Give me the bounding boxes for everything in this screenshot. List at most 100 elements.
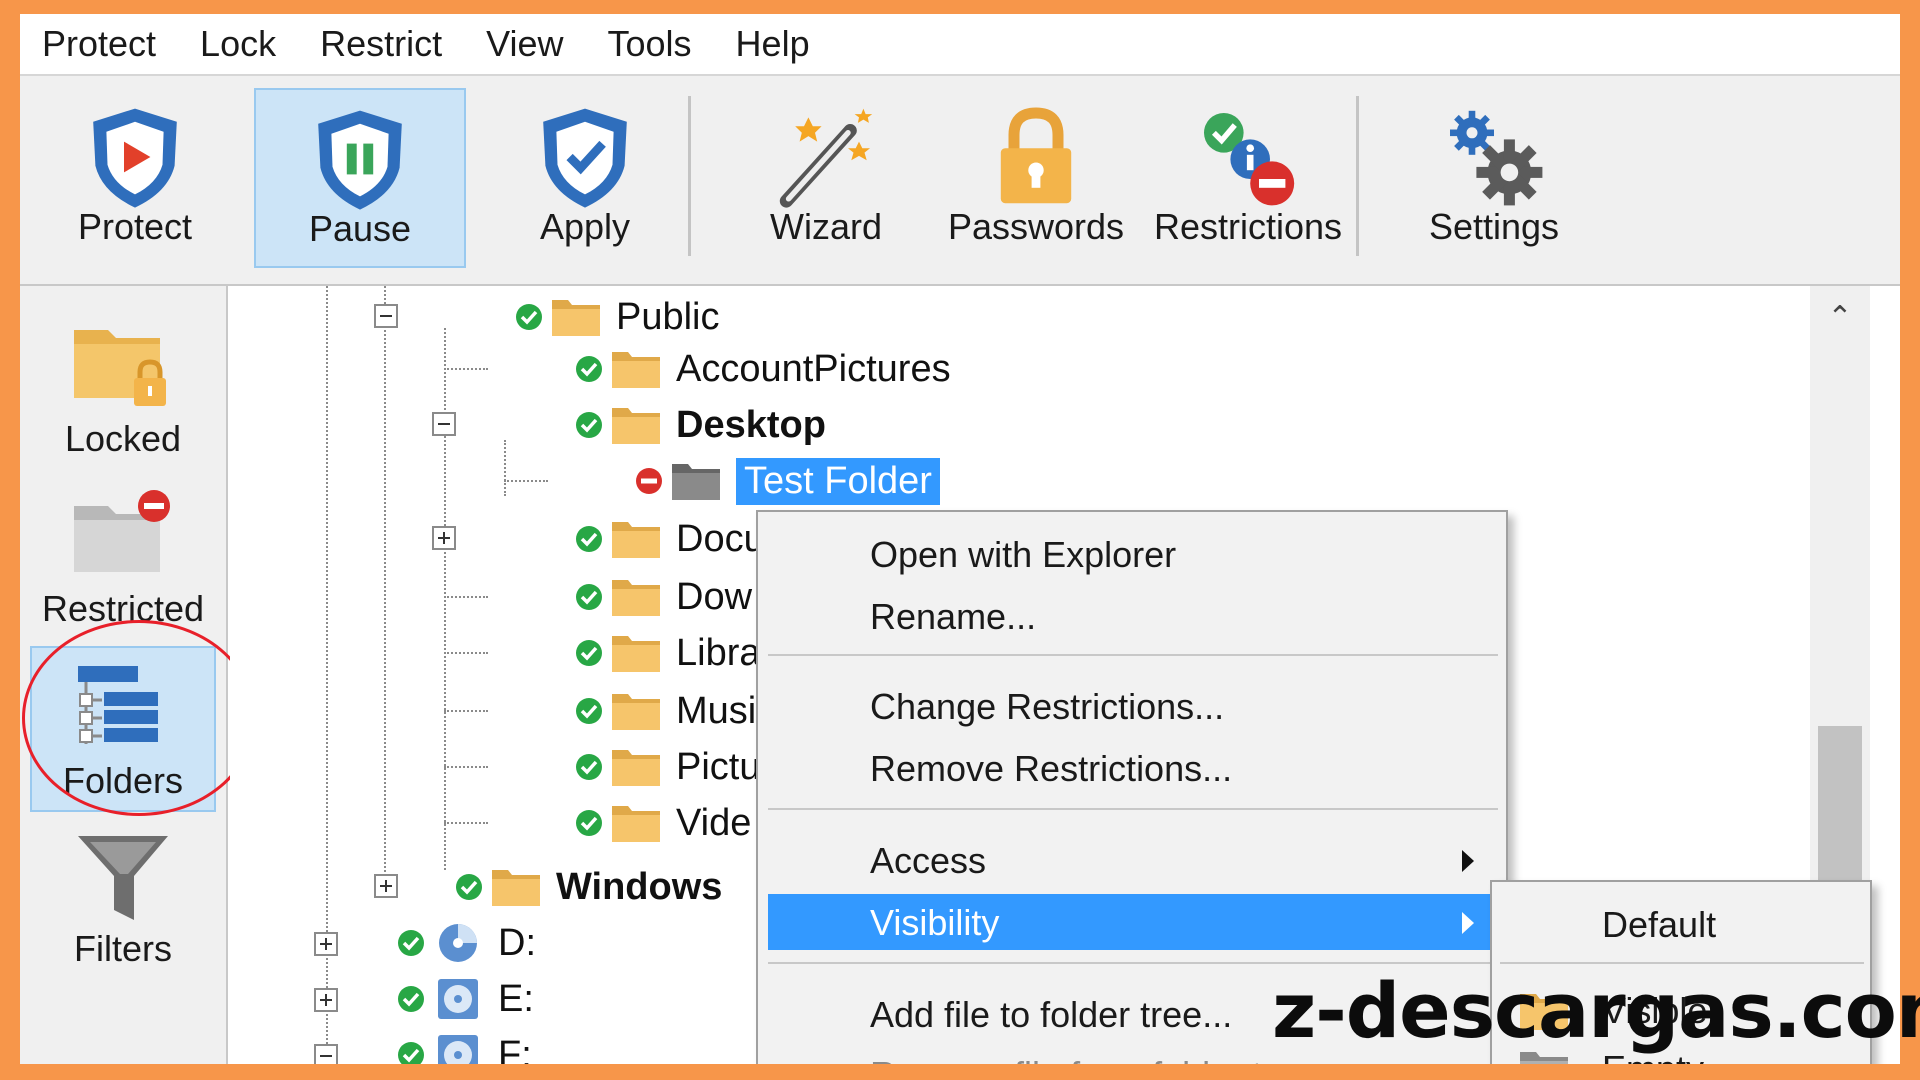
sidebar: Locked Restricted Folders Filters [20, 286, 228, 1064]
locked-folder-icon [74, 330, 166, 406]
tree-label: Desktop [676, 403, 826, 446]
tree-label: Musi [676, 689, 757, 732]
folder-icon [612, 806, 660, 842]
pause-button[interactable]: Pause [254, 88, 466, 268]
tree-row-music[interactable]: Musi [574, 686, 756, 736]
folder-icon [612, 408, 660, 444]
menu-item-label: Remove file from folder tree... [870, 1054, 1344, 1064]
menu-restrict[interactable]: Restrict [320, 23, 442, 65]
sidebar-item-restricted[interactable]: Restricted [30, 476, 216, 642]
tree-row-downloads[interactable]: Dow [574, 572, 752, 622]
submenu-item-label: Default [1602, 904, 1717, 945]
menu-item-label: Change Restrictions... [870, 686, 1225, 727]
protect-shield-icon [93, 108, 177, 208]
tree-row-drive-e[interactable]: E: [396, 974, 534, 1024]
tree-guide-line [384, 286, 386, 884]
tree-label: AccountPictures [676, 347, 951, 390]
scroll-up-arrow-icon[interactable]: ⌃ [1824, 302, 1856, 334]
menu-lock[interactable]: Lock [200, 23, 276, 65]
protect-label: Protect [77, 206, 193, 247]
tree-row-public[interactable]: Public [514, 292, 720, 342]
padlock-icon [1000, 107, 1072, 204]
restrictions-icon [1204, 113, 1295, 206]
magic-wand-icon [779, 108, 873, 208]
tree-row-videos[interactable]: Vide [574, 798, 751, 848]
apply-shield-icon [543, 108, 627, 208]
tree-label-selected: Test Folder [736, 457, 940, 505]
tree-guide-line [444, 596, 488, 598]
tree-guide-line [504, 440, 506, 496]
menu-bar: Protect Lock Restrict View Tools Help [20, 14, 1900, 74]
tree-label: Dow [676, 575, 753, 618]
tree-row-drive-d[interactable]: D: [396, 918, 536, 968]
menu-separator [768, 654, 1498, 656]
tree-label: Pictu [676, 745, 761, 788]
collapse-toggle[interactable] [374, 304, 398, 328]
tree-label: Public [616, 295, 720, 338]
status-ok-icon [398, 986, 424, 1012]
tree-row-desktop[interactable]: Desktop [574, 400, 826, 450]
sidebar-item-folders[interactable]: Folders [30, 646, 216, 812]
collapse-toggle[interactable] [432, 412, 456, 436]
wizard-button[interactable]: Wizard [726, 88, 926, 268]
folder-gray-icon [672, 464, 720, 500]
tree-row-libraries[interactable]: Libra [574, 628, 761, 678]
menu-protect[interactable]: Protect [42, 23, 156, 65]
expand-toggle[interactable] [432, 526, 456, 550]
collapse-toggle[interactable] [314, 1044, 338, 1064]
tree-row-documents[interactable]: Docu [574, 514, 765, 564]
tree-guide-line [444, 328, 446, 870]
folder-icon [612, 580, 660, 616]
status-ok-icon [398, 1042, 424, 1064]
passwords-button[interactable]: Passwords [936, 88, 1136, 268]
submenu-arrow-icon [1462, 850, 1474, 872]
menu-item-remove-restrictions[interactable]: Remove Restrictions... [768, 740, 1498, 796]
tree-guide-line [444, 710, 488, 712]
menu-item-label: Visibility [870, 902, 1000, 943]
settings-button[interactable]: Settings [1396, 88, 1592, 268]
pause-shield-icon [318, 110, 402, 210]
menu-separator [768, 962, 1498, 964]
menu-item-rename[interactable]: Rename... [768, 588, 1498, 644]
tree-label: Windows [556, 865, 723, 908]
tree-guide-line [444, 368, 488, 370]
apply-button[interactable]: Apply [500, 88, 670, 268]
tree-row-accountpictures[interactable]: AccountPictures [574, 344, 951, 394]
menu-item-open-with-explorer[interactable]: Open with Explorer [768, 526, 1498, 582]
sidebar-item-locked[interactable]: Locked [30, 306, 216, 472]
restrictions-label: Restrictions [1153, 206, 1343, 247]
tree-row-windows[interactable]: Windows [454, 862, 722, 912]
menu-view[interactable]: View [486, 23, 563, 65]
tree-label: F: [498, 1033, 532, 1065]
status-ok-icon [576, 584, 602, 610]
expand-toggle[interactable] [314, 932, 338, 956]
restricted-folder-icon [74, 490, 170, 572]
menu-item-visibility[interactable]: Visibility [768, 894, 1498, 950]
expand-toggle[interactable] [374, 874, 398, 898]
restrictions-button[interactable]: Restrictions [1144, 88, 1352, 268]
sidebar-item-filters[interactable]: Filters [30, 816, 216, 982]
menu-separator [1500, 962, 1864, 964]
status-ok-icon [576, 810, 602, 836]
tree-guide-line [444, 822, 488, 824]
menu-help[interactable]: Help [736, 23, 810, 65]
tree-row-pictures[interactable]: Pictu [574, 742, 760, 792]
tree-row-drive-f[interactable]: F: [396, 1030, 532, 1064]
tree-label: Libra [676, 631, 761, 674]
folder-icon [612, 522, 660, 558]
folder-icon [492, 870, 540, 906]
submenu-item-default[interactable]: Default [1500, 896, 1864, 952]
cd-drive-icon [438, 979, 478, 1019]
menu-item-change-restrictions[interactable]: Change Restrictions... [768, 678, 1498, 734]
settings-label: Settings [1428, 206, 1560, 247]
status-ok-icon [576, 526, 602, 552]
status-ok-icon [516, 304, 542, 330]
menu-item-access[interactable]: Access [768, 832, 1498, 888]
folder-icon [612, 750, 660, 786]
menu-item-label: Add file to folder tree... [870, 994, 1233, 1035]
tree-row-test-folder[interactable]: Test Folder [634, 456, 940, 506]
protect-button[interactable]: Protect [50, 88, 220, 268]
menu-tools[interactable]: Tools [608, 23, 692, 65]
expand-toggle[interactable] [314, 988, 338, 1012]
status-ok-icon [576, 698, 602, 724]
